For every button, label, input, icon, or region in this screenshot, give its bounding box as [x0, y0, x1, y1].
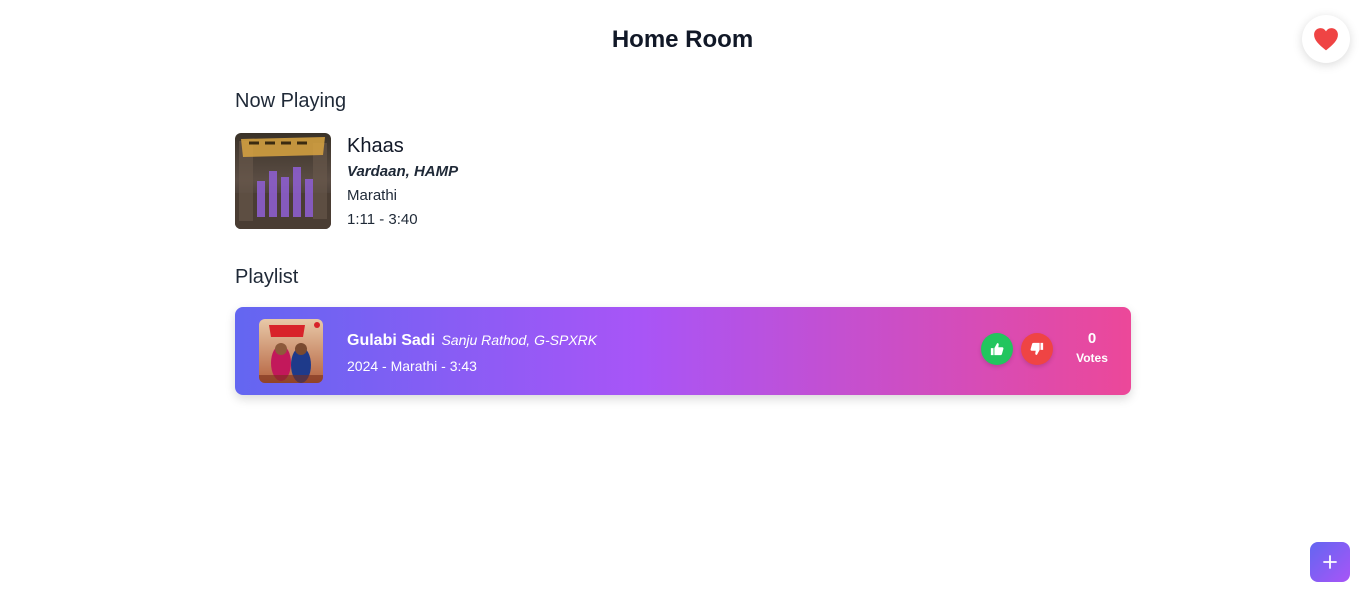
now-playing-heading: Now Playing [235, 90, 347, 112]
now-playing-info: Khaas Vardaan, HAMP Marathi 1:11 - 3:40 [347, 134, 458, 232]
plus-icon [1323, 555, 1337, 569]
playlist-heading: Playlist [235, 266, 299, 288]
song-info: Gulabi Sadi Sanju Rathod, G-SPXRK 2024 -… [347, 329, 597, 377]
favorite-button[interactable] [1302, 15, 1350, 63]
vote-count: 0 Votes [1071, 329, 1113, 367]
now-playing-language: Marathi [347, 187, 398, 204]
song-artist: Sanju Rathod, G-SPXRK [441, 332, 598, 348]
now-playing-artist: Vardaan, HAMP [347, 163, 459, 180]
upvote-button[interactable] [981, 333, 1013, 365]
now-playing-progress: 1:11 - 3:40 [347, 211, 418, 228]
vote-label: Votes [1076, 351, 1108, 365]
song-title: Gulabi Sadi [347, 332, 436, 349]
now-playing-title: Khaas [347, 135, 404, 157]
vote-number: 0 [1087, 330, 1097, 347]
now-playing-album-art [235, 133, 331, 229]
room-page: Home Room Now Playing Khaas Vardaan, HAM… [0, 0, 1365, 590]
heart-icon [1314, 28, 1338, 51]
thumbs-down-icon [1030, 342, 1044, 355]
song-album-art [259, 319, 323, 383]
downvote-button[interactable] [1021, 333, 1053, 365]
thumbs-up-icon [990, 343, 1004, 356]
song-meta: 2024 - Marathi - 3:43 [347, 358, 477, 374]
page-title: Home Room [611, 26, 754, 53]
add-song-button[interactable] [1310, 542, 1350, 582]
playlist-item: Gulabi Sadi Sanju Rathod, G-SPXRK 2024 -… [235, 307, 1131, 395]
